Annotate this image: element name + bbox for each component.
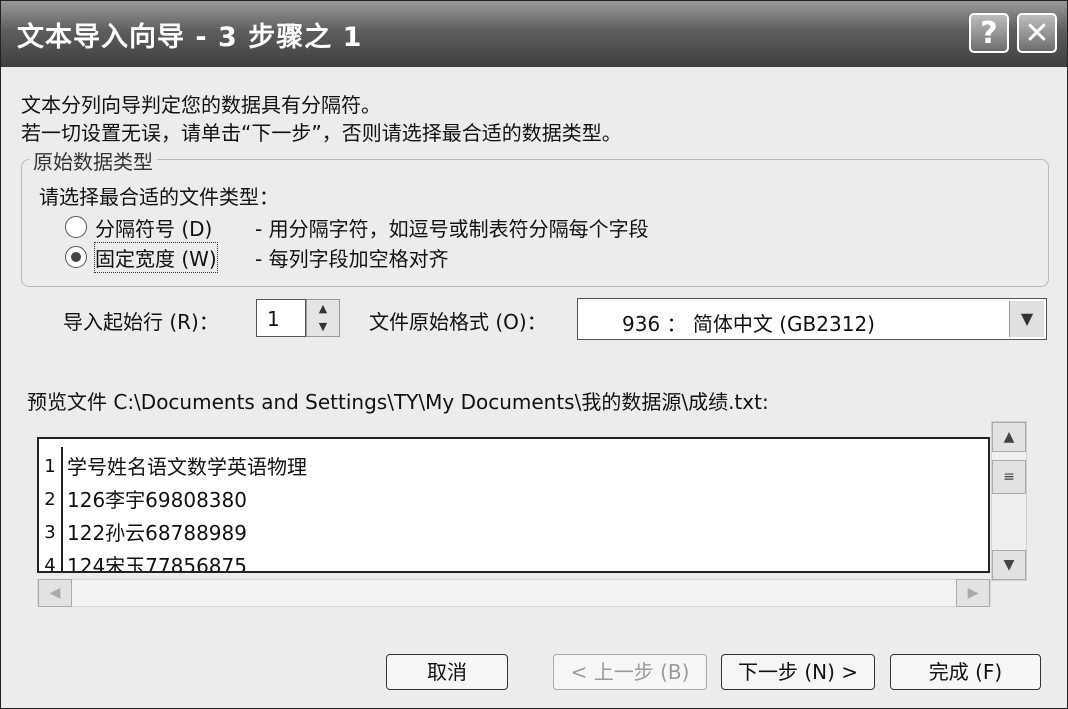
preview-row-text: 124宋玉77856875 xyxy=(67,554,247,573)
spin-down-icon[interactable]: ▼ xyxy=(307,318,339,336)
start-row-label: 导入起始行 (R)： xyxy=(63,310,219,334)
text-import-wizard-dialog: 文本导入向导 - 3 步骤之 1 ? ✕ 文本分列向导判定您的数据具有分隔符。 … xyxy=(0,0,1068,709)
close-button[interactable]: ✕ xyxy=(1017,13,1057,53)
original-data-type-legend: 原始数据类型 xyxy=(29,146,157,175)
preview-vertical-scrollbar[interactable]: ▲ ≡ ▼ xyxy=(991,421,1027,581)
scroll-right-icon[interactable]: ▶ xyxy=(956,579,990,607)
preview-row-number: 3 xyxy=(39,513,63,546)
scroll-left-icon[interactable]: ◀ xyxy=(38,579,72,607)
file-origin-value: 936 ： 简体中文 (GB2312) xyxy=(622,312,875,336)
preview-horizontal-scrollbar[interactable]: ◀ ▶ xyxy=(37,579,991,607)
preview-row-number: 2 xyxy=(39,480,63,513)
preview-row-text: 126李宇69808380 xyxy=(67,488,247,512)
finish-button[interactable]: 完成 (F) xyxy=(890,654,1041,690)
back-button[interactable]: < 上一步 (B) xyxy=(553,654,707,690)
start-row-spinner[interactable]: ▲ ▼ xyxy=(306,299,340,337)
preview-row: 1 学号姓名语文数学英语物理 xyxy=(39,447,988,480)
preview-row: 4 124宋玉77856875 xyxy=(39,546,988,573)
preview-pane[interactable]: 1 学号姓名语文数学英语物理 2 126李宇69808380 3 122孙云68… xyxy=(37,437,990,573)
fixed-width-description: - 每列字段加空格对齐 xyxy=(255,247,449,271)
window-title: 文本导入向导 - 3 步骤之 1 xyxy=(17,22,363,53)
scroll-thumb[interactable]: ≡ xyxy=(992,460,1026,494)
help-button[interactable]: ? xyxy=(969,13,1009,53)
cancel-button[interactable]: 取消 xyxy=(386,654,508,690)
preview-row: 2 126李宇69808380 xyxy=(39,480,988,513)
intro-line-2: 若一切设置无误，请单击“下一步”，否则请选择最合适的数据类型。 xyxy=(21,121,622,145)
delimited-radio[interactable] xyxy=(65,216,87,238)
scroll-down-icon[interactable]: ▼ xyxy=(992,550,1026,580)
preview-row-number: 4 xyxy=(39,546,63,571)
intro-line-1: 文本分列向导判定您的数据具有分隔符。 xyxy=(21,93,381,117)
fixed-width-label[interactable]: 固定宽度 (W) xyxy=(94,242,218,273)
preview-row: 3 122孙云68788989 xyxy=(39,513,988,546)
scroll-up-icon[interactable]: ▲ xyxy=(992,422,1026,452)
fixed-width-radio[interactable] xyxy=(65,246,87,268)
file-type-prompt: 请选择最合适的文件类型： xyxy=(39,185,279,209)
spin-up-icon[interactable]: ▲ xyxy=(307,300,339,318)
preview-row-text: 122孙云68788989 xyxy=(67,521,247,545)
preview-row-text: 学号姓名语文数学英语物理 xyxy=(67,455,307,479)
preview-file-label: 预览文件 C:\Documents and Settings\TY\My Doc… xyxy=(27,390,769,414)
chevron-down-icon[interactable]: ▼ xyxy=(1009,301,1044,337)
title-bar: 文本导入向导 - 3 步骤之 1 ? ✕ xyxy=(1,1,1067,67)
delimited-description: - 用分隔字符，如逗号或制表符分隔每个字段 xyxy=(255,217,649,241)
file-origin-select[interactable]: 936 ： 简体中文 (GB2312) ▼ xyxy=(577,298,1047,340)
file-origin-label: 文件原始格式 (O)： xyxy=(369,310,547,334)
next-button[interactable]: 下一步 (N) > xyxy=(721,654,875,690)
delimited-label[interactable]: 分隔符号 (D) xyxy=(95,213,212,242)
preview-row-number: 1 xyxy=(39,447,63,480)
start-row-input[interactable]: 1 xyxy=(256,299,306,337)
